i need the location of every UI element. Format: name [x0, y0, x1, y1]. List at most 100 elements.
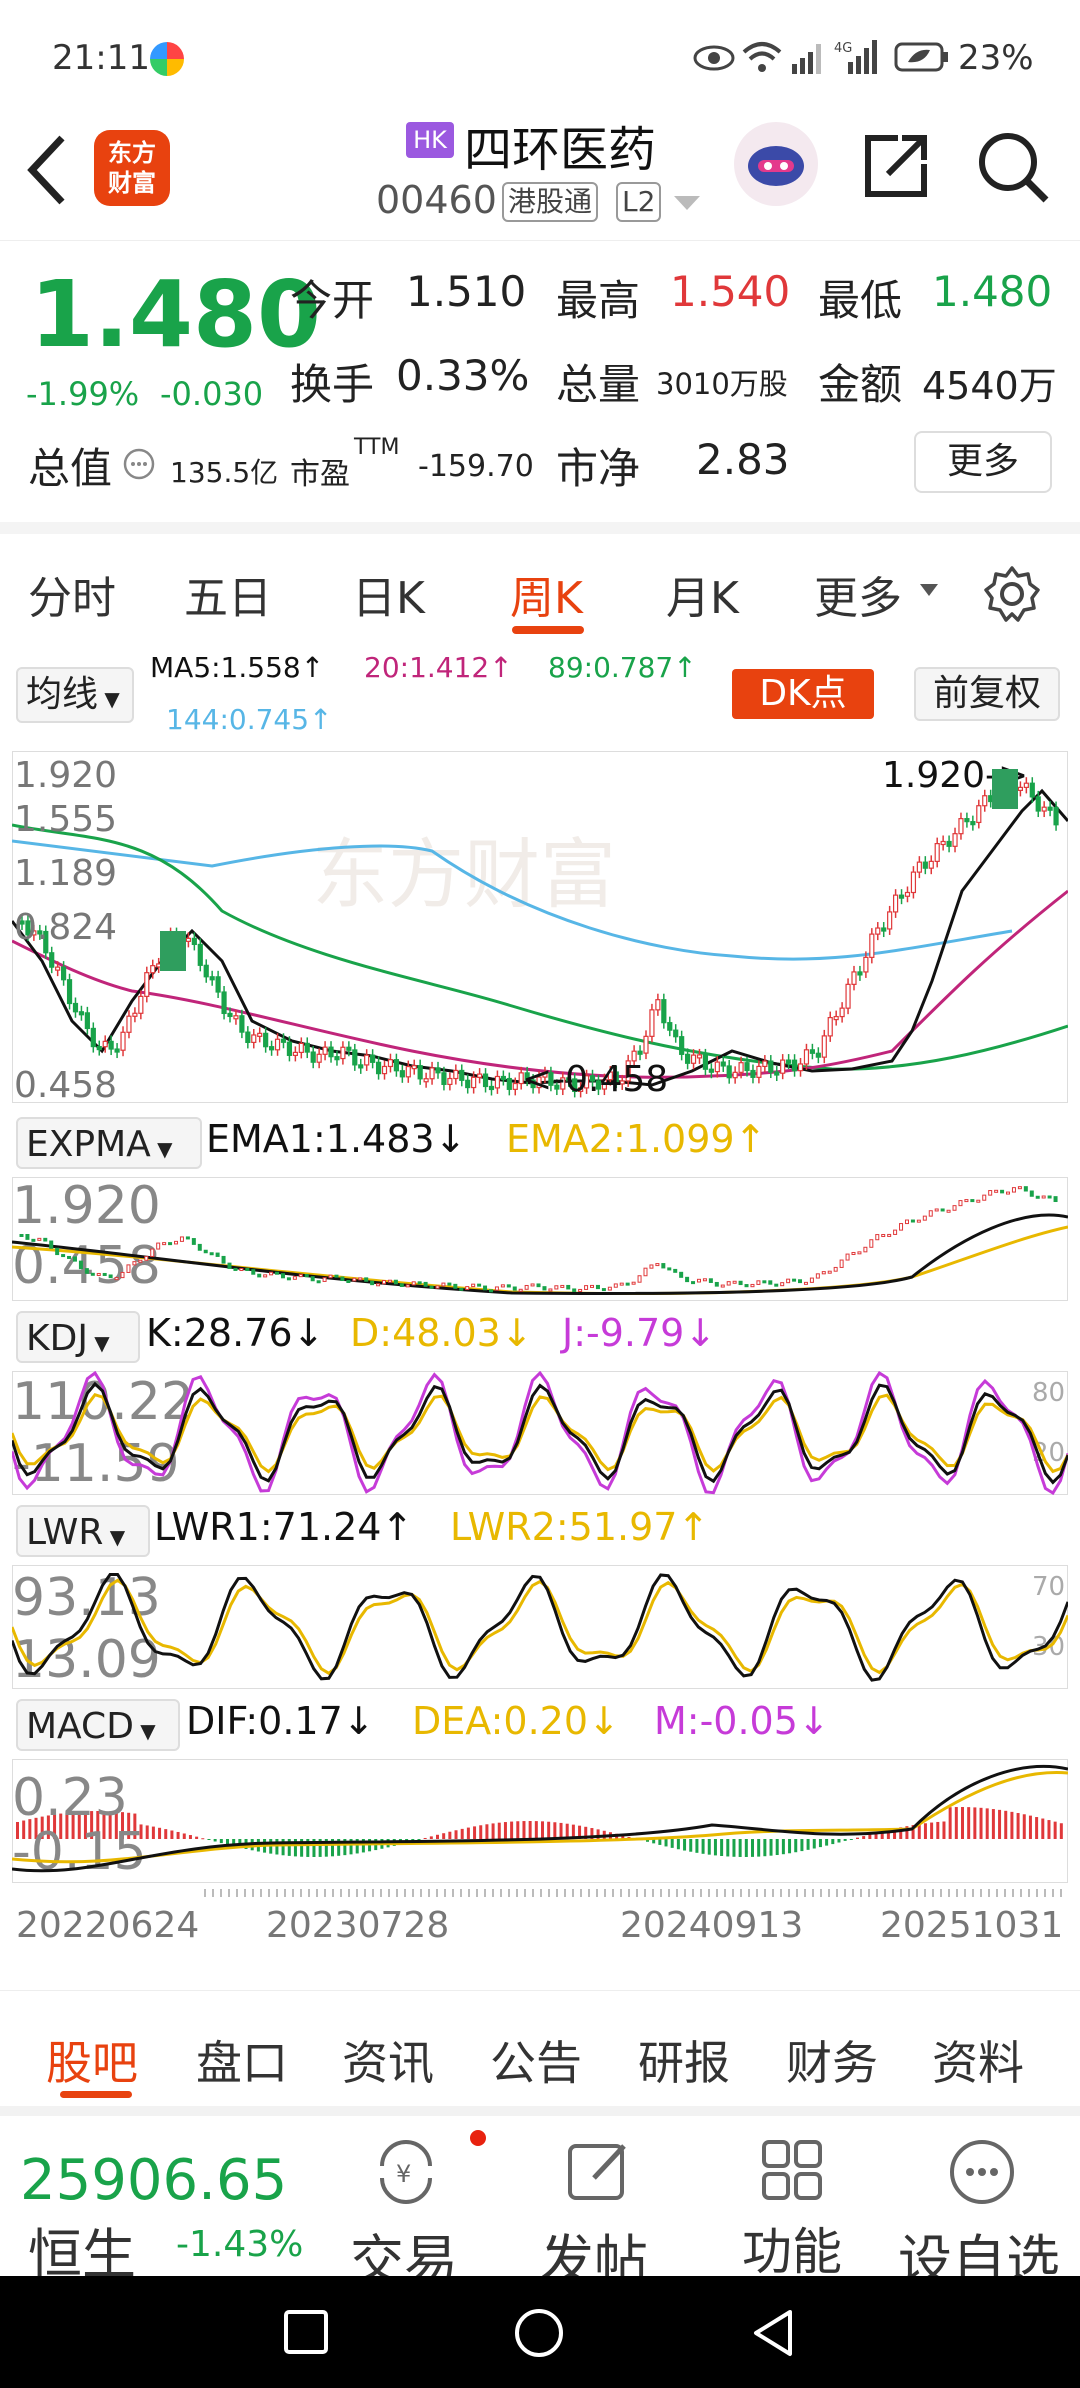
- ma-selector[interactable]: 均线 ▼: [16, 667, 134, 723]
- signal-icon: [788, 38, 832, 80]
- mktcap-label: 总值: [28, 444, 113, 493]
- expma-candle: [821, 1271, 826, 1275]
- macd-bar: [503, 1822, 507, 1839]
- tab-orderbook[interactable]: 盘口: [196, 2027, 288, 2093]
- trade-icon[interactable]: ¥: [370, 2136, 442, 2212]
- macd-bar: [547, 1821, 551, 1839]
- expma-candle: [1011, 1187, 1016, 1193]
- pe-superscript: TTM: [354, 435, 400, 460]
- amount-label: 金额: [818, 360, 903, 409]
- info-icon[interactable]: [122, 447, 156, 485]
- adjust-button[interactable]: 前复权: [914, 667, 1060, 721]
- battery-percent: 23%: [958, 38, 1034, 78]
- expma-candle: [191, 1238, 196, 1245]
- expma-candle: [459, 1287, 464, 1291]
- tab-news[interactable]: 资讯: [342, 2027, 434, 2093]
- assistant-avatar[interactable]: [734, 122, 818, 206]
- lwr-chart[interactable]: 93.13 13.09 70 30: [12, 1565, 1068, 1689]
- recent-apps-icon[interactable]: [282, 2308, 330, 2360]
- expma-candle: [102, 1272, 107, 1276]
- expma-chart[interactable]: 1.920 0.458: [12, 1177, 1068, 1301]
- expma-candle: [49, 1240, 54, 1249]
- macd-bar: [812, 1839, 816, 1849]
- expma-candle: [174, 1240, 179, 1245]
- tab-more[interactable]: 更多: [814, 562, 902, 626]
- main-candlestick-chart[interactable]: 东方财富 1.920 1.555 1.189 0.824 0.458 1.920…: [12, 751, 1068, 1103]
- tab-monthly-k[interactable]: 月K: [666, 562, 739, 626]
- kdj-chart[interactable]: 110.22 -11.59 80 20: [12, 1371, 1068, 1495]
- macd-y-max: 0.23: [12, 1768, 128, 1828]
- tab-profile[interactable]: 资料: [932, 2027, 1024, 2093]
- expma-candle: [982, 1194, 987, 1201]
- more-dots-icon[interactable]: [946, 2136, 1018, 2212]
- macd-selector[interactable]: MACD ▼: [16, 1699, 180, 1751]
- home-icon[interactable]: [512, 2306, 566, 2364]
- search-icon[interactable]: [974, 128, 1054, 212]
- functions-label[interactable]: 功能: [742, 2212, 842, 2284]
- lwr2-value: LWR2:51.97↑: [450, 1505, 710, 1549]
- expma-candle: [25, 1234, 30, 1240]
- expma-candle: [334, 1274, 339, 1278]
- macd-bar: [769, 1839, 773, 1856]
- expma-candle: [144, 1255, 149, 1261]
- tab-weekly-k[interactable]: 周K: [510, 562, 583, 626]
- lwr-selector[interactable]: LWR ▼: [16, 1505, 150, 1557]
- y-label-2: 1.555: [14, 799, 117, 840]
- share-icon[interactable]: [858, 128, 934, 208]
- macd-bar: [522, 1821, 526, 1839]
- macd-bar: [818, 1839, 822, 1848]
- expma-selector[interactable]: EXPMA ▼: [16, 1117, 202, 1169]
- tab-research[interactable]: 研报: [638, 2027, 730, 2093]
- macd-bar: [683, 1839, 687, 1851]
- macd-bar: [164, 1829, 168, 1839]
- back-icon[interactable]: [22, 130, 72, 214]
- macd-bar: [658, 1839, 662, 1845]
- expma-candle: [156, 1242, 161, 1250]
- kdj-selector[interactable]: KDJ ▼: [16, 1311, 140, 1363]
- date-label-2: 20230728: [266, 1905, 450, 1946]
- tab-daily-k[interactable]: 日K: [352, 562, 425, 626]
- tab-guba[interactable]: 股吧: [46, 2027, 138, 2093]
- expma-label: EXPMA: [26, 1124, 151, 1165]
- dk-point-button[interactable]: DK点: [732, 669, 874, 719]
- quote-panel: 1.480 -1.99% -0.030 今开 1.510 最高 1.540 最低…: [0, 240, 1080, 522]
- content-tabs: 股吧 盘口 资讯 公告 研报 财务 资料: [0, 1990, 1080, 2106]
- low-annotation: <-0.458: [522, 1059, 668, 1100]
- macd-bar: [664, 1839, 668, 1847]
- y-label-max: 1.920: [14, 755, 117, 796]
- tab-financials[interactable]: 财务: [786, 2027, 878, 2093]
- expma-candle: [738, 1280, 743, 1286]
- expma-candle: [940, 1208, 945, 1212]
- expma-candle: [904, 1219, 909, 1225]
- more-button[interactable]: 更多: [914, 431, 1052, 493]
- expma-candle: [655, 1263, 660, 1267]
- macd-chart[interactable]: 0.23 -0.15: [12, 1759, 1068, 1883]
- macd-bar: [800, 1839, 804, 1852]
- expma-candle: [566, 1284, 571, 1290]
- back-nav-icon[interactable]: [748, 2306, 798, 2364]
- macd-bar: [701, 1839, 705, 1854]
- macd-bar: [998, 1809, 1002, 1839]
- expma-candle: [168, 1242, 173, 1246]
- tab-five-day[interactable]: 五日: [184, 562, 272, 626]
- macd-bar: [1047, 1820, 1051, 1839]
- expma-candle: [584, 1285, 589, 1290]
- tab-intraday[interactable]: 分时: [28, 562, 116, 626]
- macd-bar: [713, 1839, 717, 1856]
- expma-candle: [233, 1267, 238, 1271]
- functions-icon[interactable]: [758, 2136, 828, 2210]
- macd-bar: [442, 1833, 446, 1839]
- macd-bar: [188, 1835, 192, 1839]
- dropdown-icon[interactable]: [672, 192, 702, 218]
- expma-candle: [875, 1234, 880, 1241]
- kdj-ref-top: 80: [1032, 1378, 1065, 1408]
- index-value[interactable]: 25906.65: [20, 2148, 287, 2213]
- post-icon[interactable]: [564, 2136, 634, 2210]
- macd-bar: [541, 1821, 544, 1839]
- settings-gear-icon[interactable]: [982, 564, 1042, 628]
- expma-candle: [138, 1259, 143, 1263]
- tab-announcements[interactable]: 公告: [490, 2027, 582, 2093]
- expma-candle: [494, 1286, 499, 1291]
- macd-bar: [151, 1826, 155, 1839]
- eye-icon: [692, 40, 736, 80]
